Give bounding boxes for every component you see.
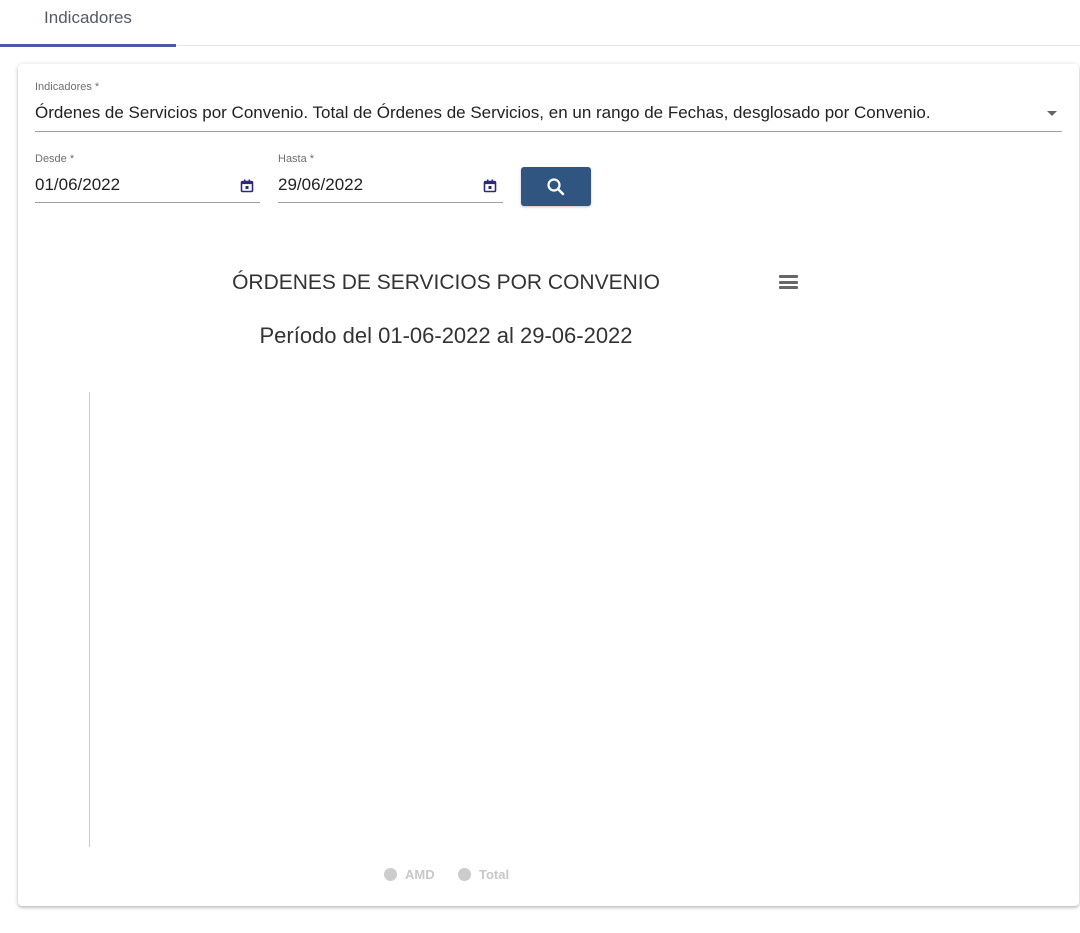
search-button[interactable] <box>521 167 591 206</box>
tab-bar: Indicadores <box>0 0 1080 47</box>
active-tab-indicator <box>0 44 176 47</box>
legend-label: AMD <box>405 867 435 882</box>
legend-item-amd[interactable]: AMD <box>384 867 435 882</box>
search-icon <box>547 177 565 195</box>
calendar-icon[interactable] <box>240 179 254 193</box>
from-date-input[interactable]: 01/06/2022 <box>35 175 120 195</box>
legend-marker <box>458 868 471 881</box>
chart-title: ÓRDENES DE SERVICIOS POR CONVENIO <box>232 271 660 294</box>
to-date-underline <box>278 202 503 203</box>
legend-label: Total <box>479 867 510 882</box>
tab-indicadores-label: Indicadores <box>44 8 132 27</box>
from-date-underline <box>35 202 260 203</box>
legend-marker <box>384 868 397 881</box>
indicator-select-label: Indicadores * <box>35 81 100 93</box>
indicator-select[interactable]: Órdenes de Servicios por Convenio. Total… <box>35 103 931 123</box>
indicator-select-underline <box>35 131 1062 132</box>
to-date-input[interactable]: 29/06/2022 <box>278 175 363 195</box>
chart-subtitle: Período del 01-06-2022 al 29-06-2022 <box>259 323 633 348</box>
to-date-label: Hasta * <box>278 153 315 165</box>
calendar-icon[interactable] <box>483 179 497 193</box>
chart-y-axis-line <box>89 392 90 847</box>
chart-menu-icon[interactable] <box>779 275 799 291</box>
from-date-label: Desde * <box>35 153 75 165</box>
legend-item-total[interactable]: Total <box>458 867 509 882</box>
tab-indicadores[interactable]: Indicadores <box>0 0 176 47</box>
chevron-down-icon[interactable] <box>1047 111 1057 116</box>
